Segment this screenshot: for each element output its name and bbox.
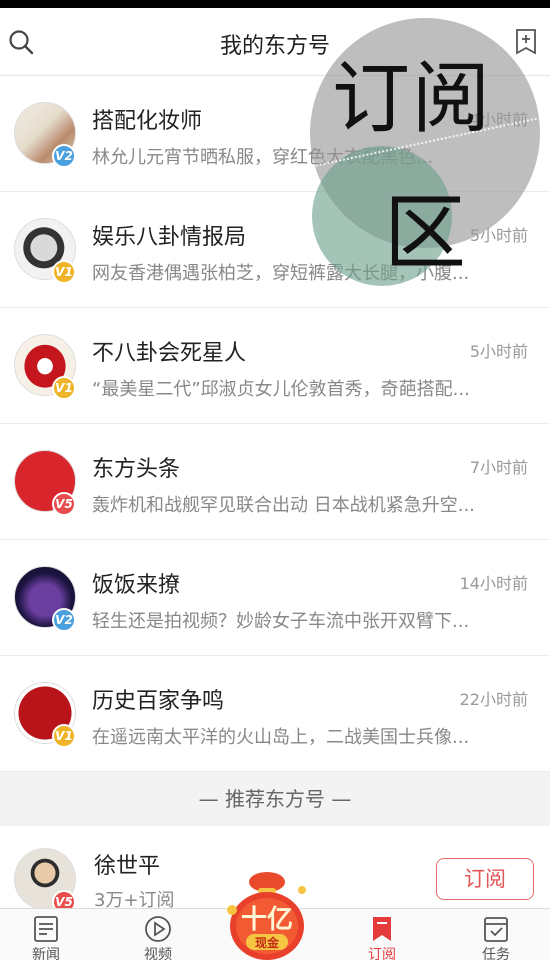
subscribe-button[interactable]: 订阅 — [436, 858, 534, 900]
tab-label: 新闻 — [32, 947, 60, 960]
account-name: 东方头条 — [92, 457, 181, 482]
list-item[interactable]: V1 娱乐八卦情报局 5小时前 网友香港偶遇张柏芝，穿短裤露大长腿，小腹... — [0, 192, 550, 308]
timestamp: 14小时前 — [459, 574, 528, 593]
news-icon — [34, 916, 58, 942]
tab-subscribe[interactable]: 订阅 — [342, 915, 422, 960]
list-item[interactable]: V2 饭饭来撩 14小时前 轻生还是拍视频？妙龄女子车流中张开双臂下... — [0, 540, 550, 656]
tab-label: 任务 — [482, 947, 510, 960]
video-icon — [145, 916, 171, 942]
account-name: 搭配化妆师 — [92, 109, 203, 134]
level-badge: V1 — [52, 724, 76, 748]
tab-video[interactable]: 视频 — [118, 915, 198, 960]
page-title: 我的东方号 — [219, 34, 330, 59]
latest-article[interactable]: 轰炸机和战舰罕见联合出动 日本战机紧急升空... — [92, 491, 522, 517]
level-badge: V2 — [52, 144, 76, 168]
lucky-bag-icon: 十亿 现金 — [227, 872, 306, 960]
add-subscription-icon[interactable] — [514, 28, 538, 56]
timestamp: 5小时前 — [469, 342, 528, 361]
level-badge: V2 — [52, 608, 76, 632]
timestamp: 4小时前 — [469, 110, 528, 129]
latest-article[interactable]: “最美星二代”邱淑贞女儿伦敦首秀，奇葩搭配... — [92, 375, 522, 401]
timestamp: 7小时前 — [469, 458, 528, 477]
list-item[interactable]: V1 不八卦会死星人 5小时前 “最美星二代”邱淑贞女儿伦敦首秀，奇葩搭配... — [0, 308, 550, 424]
level-badge: V1 — [52, 260, 76, 284]
promo-line1: 十亿 — [241, 905, 293, 935]
recommend-section-title: — 推荐东方号 — — [0, 772, 550, 826]
top-bar: 我的东方号 — [0, 8, 550, 76]
timestamp: 22小时前 — [459, 690, 528, 709]
status-bar — [0, 0, 550, 8]
account-name: 娱乐八卦情报局 — [92, 225, 247, 250]
tab-task[interactable]: 任务 — [456, 915, 536, 960]
timestamp: 5小时前 — [469, 226, 528, 245]
bookmark-icon — [373, 917, 391, 941]
list-item[interactable]: V5 东方头条 7小时前 轰炸机和战舰罕见联合出动 日本战机紧急升空... — [0, 424, 550, 540]
list-item[interactable]: V1 历史百家争鸣 22小时前 在遥远南太平洋的火山岛上，二战美国士兵像... — [0, 656, 550, 772]
latest-article[interactable]: 网友香港偶遇张柏芝，穿短裤露大长腿，小腹... — [92, 259, 522, 285]
account-name: 不八卦会死星人 — [92, 341, 247, 366]
latest-article[interactable]: 在遥远南太平洋的火山岛上，二战美国士兵像... — [92, 723, 522, 749]
tab-label: 订阅 — [368, 947, 396, 960]
account-name: 饭饭来撩 — [92, 573, 181, 598]
level-badge: V1 — [52, 376, 76, 400]
latest-article[interactable]: 轻生还是拍视频？妙龄女子车流中张开双臂下... — [92, 607, 522, 633]
latest-article[interactable]: 林允儿元宵节晒私服，穿红色大衣配黑色... — [92, 143, 522, 169]
account-name: 徐世平 — [94, 854, 161, 879]
level-badge: V5 — [52, 492, 76, 516]
tab-label: 视频 — [144, 947, 172, 960]
account-name: 历史百家争鸣 — [92, 689, 225, 714]
cash-promo-button[interactable]: 十亿 现金 — [222, 868, 312, 960]
list-item[interactable]: V2 搭配化妆师 4小时前 林允儿元宵节晒私服，穿红色大衣配黑色... — [0, 76, 550, 192]
subscription-list: V2 搭配化妆师 4小时前 林允儿元宵节晒私服，穿红色大衣配黑色... V1 娱… — [0, 76, 550, 772]
tab-news[interactable]: 新闻 — [6, 915, 86, 960]
promo-line2: 现金 — [255, 935, 280, 950]
task-icon — [484, 917, 508, 942]
